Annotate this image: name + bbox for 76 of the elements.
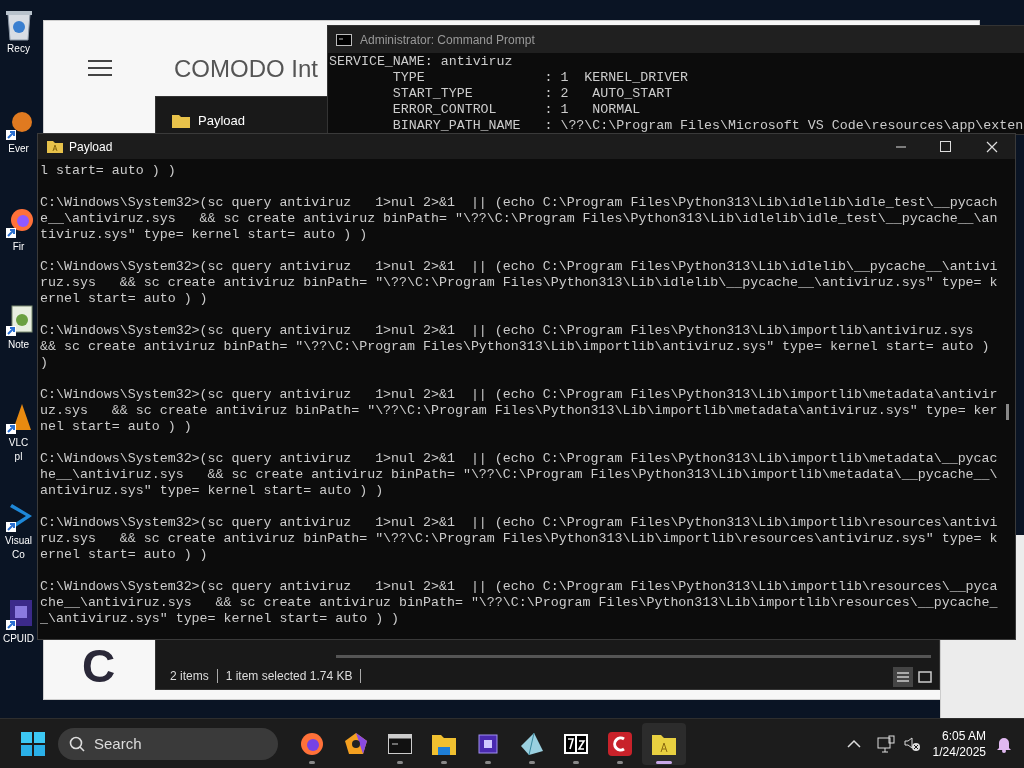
- output-line: C:\Windows\System32>(sc query antiviruz 1>nul 2>&1 || (echo C:\Program Files\Python313\Lib\importlib\resources\antivi: [40, 515, 998, 531]
- close-icon[interactable]: [986, 140, 998, 153]
- status-text: 1 item selected 1.74 KB: [217, 669, 362, 683]
- firefox-icon: [300, 731, 324, 756]
- output-line: nel start= auto ) ): [40, 419, 192, 435]
- status-text: 2 items: [170, 669, 218, 683]
- window-title: Payload: [69, 138, 113, 156]
- network-icon[interactable]: [876, 734, 895, 753]
- output-line: _\antiviruz.sys" type= kernel start= auto ) ): [40, 611, 400, 627]
- notepad-icon[interactable]: [3, 304, 34, 338]
- output-line: C:\Windows\System32>(sc query antiviruz 1>nul 2>&1 || (echo C:\Program Files\Python313\Lib\importlib\metadata\antivir: [40, 387, 998, 403]
- logo-letter: C: [82, 643, 116, 689]
- taskbar-app-button[interactable]: [642, 722, 686, 765]
- output-line: ernel start= auto ) ): [40, 547, 208, 563]
- window-title: Payload: [198, 112, 245, 130]
- output-line: TYPE : 1 KERNEL_DRIVER: [391, 70, 690, 86]
- output-line: C:\Windows\System32>(sc query antiviruz 1>nul 2>&1 || (echo C:\Program Files\Python313\Lib\importlib\antiviruz.sys: [40, 323, 974, 339]
- output-line: ERROR_CONTROL : 1 NORMAL: [391, 102, 642, 118]
- window-title: Administrator: Command Prompt: [360, 31, 535, 49]
- output-line: antiviruz.sys" type= kernel start= auto ) ): [40, 483, 384, 499]
- output-line: che__\antiviruz.sys && sc create antiviruz binPath= "\??\C:\Program Files\Python313\Lib\importlib\resources\__pycache_: [40, 595, 998, 611]
- clock-button[interactable]: 6:05 AM 1/24/2025: [932, 727, 986, 760]
- icon-label: Visual: [4, 534, 33, 548]
- output-line: C:\Windows\System32>(sc query antiviruz 1>nul 2>&1 || (echo C:\Program Files\Python313\Lib\importlib\resources\__pyca: [40, 579, 998, 595]
- output-line: C:\Windows\System32>(sc query antiviruz 1>nul 2>&1 || (echo C:\Program Files\Python313\Lib\idlelib\idle_test\__pycach: [40, 195, 998, 211]
- chip-icon: [476, 731, 500, 756]
- chevron-up-icon[interactable]: [846, 738, 861, 749]
- icon-label: Recy: [7, 42, 30, 56]
- folder-icon: [652, 732, 676, 755]
- terminal-icon: [336, 33, 352, 46]
- firefox-icon[interactable]: [3, 206, 34, 240]
- folder-icon: [432, 732, 456, 755]
- output-line: C:\Windows\System32>(sc query antiviruz 1>nul 2>&1 || (echo C:\Program Files\Python313\Lib\importlib\metadata\__pycac: [40, 451, 998, 467]
- output-line: ): [40, 355, 48, 371]
- folder-icon: [47, 140, 63, 153]
- details-view-button[interactable]: [893, 667, 913, 687]
- icon-label: Note: [7, 338, 30, 352]
- output-line: l start= auto ) ): [40, 163, 176, 179]
- maximize-icon[interactable]: [940, 141, 951, 152]
- crystal-icon: [520, 731, 544, 756]
- output-line: START_TYPE : 2 AUTO_START: [391, 86, 674, 102]
- output-line: C:\Windows\System32>(sc query antiviruz 1>nul 2>&1 || (echo C:\Program Files\Python313\Lib\idlelib\__pycache__\antivi: [40, 259, 998, 275]
- chip-icon[interactable]: [3, 598, 34, 632]
- output-line: && sc create antiviruz binPath= "\??\C:\Program Files\Python313\Lib\importlib\antiviruz.sys" type= kernel start= auto ): [40, 339, 990, 355]
- traffic-cone-icon[interactable]: [3, 402, 34, 436]
- icon-label: Fir: [12, 240, 25, 254]
- window-icon: [918, 671, 932, 683]
- output-line: BINARY_PATH_NAME : \??\C:\Program Files\Microsoft VS Code\resources\app\exten: [391, 118, 1024, 134]
- folder-icon: [172, 113, 190, 128]
- muted-speaker-icon[interactable]: [902, 734, 921, 753]
- output-line: ruz.sys && sc create antiviruz binPath= "\??\C:\Program Files\Python313\Lib\idlelib\__pycache__\antiviruz.sys" type= k: [40, 275, 998, 291]
- list-icon: [896, 671, 910, 683]
- output-line: e__\antiviruz.sys && sc create antiviruz binPath= "\??\C:\Program Files\Python313\Lib\idlelib\idle_test\__pycache__\an: [40, 211, 998, 227]
- icon-label: pl: [14, 450, 23, 464]
- output-line: SERVICE_NAME: antiviruz: [329, 54, 514, 70]
- letter-c-icon: [608, 731, 632, 756]
- icon-label: Co: [12, 548, 25, 562]
- scrollbar-thumb[interactable]: [1006, 404, 1009, 420]
- scrollbar[interactable]: [336, 655, 931, 658]
- start-icon[interactable]: [21, 731, 45, 756]
- output-line: tiviruz.sys" type= kernel start= auto ) ): [40, 227, 368, 243]
- recycle-bin-icon[interactable]: [3, 8, 34, 42]
- output-line: he__\antiviruz.sys && sc create antiviruz binPath= "\??\C:\Program Files\Python313\Lib\importlib\metadata\__pycache__\: [40, 467, 998, 483]
- icon-label: Ever: [8, 142, 29, 156]
- search-field[interactable]: Search: [58, 727, 278, 760]
- archive-icon: [564, 733, 588, 754]
- search-icon: [69, 735, 85, 752]
- output-line: ernel start= auto ) ): [40, 291, 208, 307]
- output-line: ruz.sys && sc create antiviruz binPath= "\??\C:\Program Files\Python313\Lib\importlib\resources\antiviruz.sys" type= k: [40, 531, 998, 547]
- terminal-icon: [388, 733, 412, 754]
- app-title: COMODO Int: [174, 54, 318, 84]
- icon-label: VLC: [8, 436, 29, 450]
- output-line: uz.sys && sc create antiviruz binPath= "\??\C:\Program Files\Python313\Lib\importlib\metadata\antiviruz.sys" type= ker: [40, 403, 998, 419]
- icon-label: CPUID: [2, 632, 35, 646]
- menu-icon[interactable]: [88, 59, 112, 77]
- pentagon-icon: [344, 731, 368, 756]
